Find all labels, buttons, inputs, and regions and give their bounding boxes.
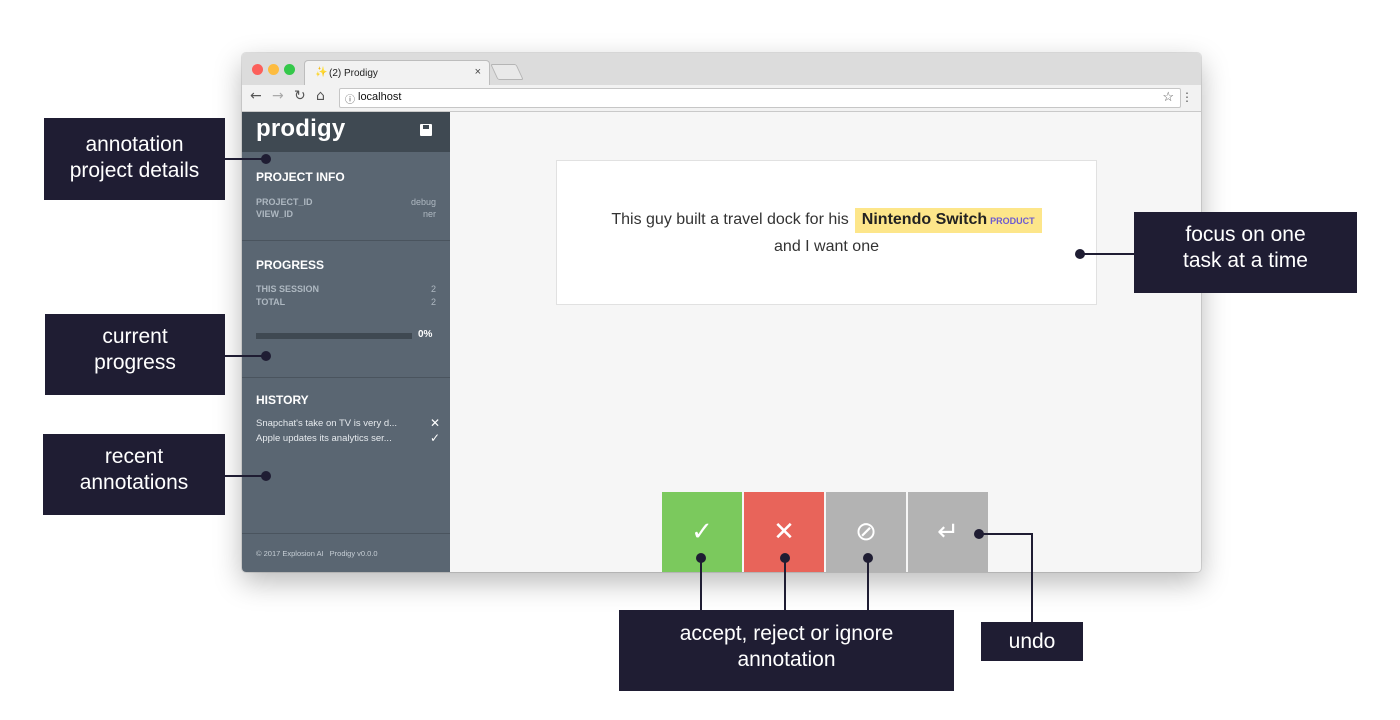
callout-line: task at a time	[1183, 249, 1308, 272]
connector-dot	[1075, 249, 1085, 259]
history-title: HISTORY	[256, 393, 309, 407]
project-id-row: PROJECT_ID debug	[256, 197, 436, 207]
browser-menu-icon[interactable]: ⋮	[1181, 90, 1193, 104]
history-item[interactable]: Apple updates its analytics ser... ✓	[256, 431, 440, 445]
project-id-value: debug	[410, 197, 436, 207]
callout-line: annotation	[737, 648, 836, 671]
task-text-line: This guy built a travel dock for his Nint…	[557, 208, 1096, 233]
browser-tab[interactable]: ✨ (2) Prodigy ×	[304, 60, 490, 86]
browser-chrome: ✨ (2) Prodigy × ← → ↻ ⌂ ⓘ localhost ☆ ⋮	[242, 53, 1201, 112]
copyright-text: © 2017 Explosion AI	[256, 549, 324, 558]
bookmark-star-icon[interactable]: ☆	[1162, 89, 1174, 105]
browser-window: ✨ (2) Prodigy × ← → ↻ ⌂ ⓘ localhost ☆ ⋮ …	[242, 53, 1201, 572]
sidebar-header: prodigy	[242, 112, 450, 152]
progress-title: PROGRESS	[256, 258, 325, 272]
callout-line: progress	[94, 351, 176, 374]
forward-icon[interactable]: →	[272, 88, 284, 104]
callout-line: accept, reject or ignore	[679, 622, 894, 645]
connector-dot	[261, 154, 271, 164]
task-text-after: and I want one	[774, 238, 879, 255]
connector-dot	[261, 471, 271, 481]
project-info-title: PROJECT INFO	[256, 170, 345, 184]
callout-accept-reject: accept, reject or ignore annotation	[619, 610, 954, 691]
history-item[interactable]: Snapchat's take on TV is very d... ✕	[256, 416, 440, 430]
callout-line: annotations	[79, 471, 189, 494]
connector-line	[1080, 253, 1134, 255]
maximize-window-button[interactable]	[284, 64, 295, 75]
connector-line	[1031, 533, 1033, 622]
url-text: localhost	[358, 91, 402, 103]
entity-label: PRODUCT	[990, 216, 1035, 226]
this-session-row: THIS SESSION 2	[256, 284, 436, 294]
callout-current-progress: current progress	[45, 314, 225, 395]
tab-strip: ✨ (2) Prodigy ×	[242, 53, 1201, 86]
callout-line: current	[102, 325, 168, 348]
callout-line: project details	[69, 159, 200, 182]
progress-percent: 0%	[418, 329, 433, 340]
view-id-key: VIEW_ID	[256, 209, 294, 219]
callout-recent-annotations: recent annotations	[43, 434, 225, 515]
total-row: TOTAL 2	[256, 297, 436, 307]
connector-dot	[261, 351, 271, 361]
callout-line: focus on one	[1185, 223, 1306, 246]
navigation-bar: ← → ↻ ⌂ ⓘ localhost ☆ ⋮	[242, 85, 1201, 111]
callout-line: recent	[104, 445, 164, 468]
address-bar[interactable]: ⓘ localhost ☆	[339, 88, 1181, 108]
task-text-before: This guy built a travel dock for his	[611, 211, 849, 228]
close-window-button[interactable]	[252, 64, 263, 75]
progress-bar	[256, 333, 412, 339]
callout-undo: undo	[981, 622, 1083, 661]
project-id-key: PROJECT_ID	[256, 197, 313, 207]
prodigy-logo: prodigy	[256, 115, 346, 142]
tab-close-icon[interactable]: ×	[475, 66, 481, 78]
cross-icon: ✕	[773, 517, 795, 547]
minimize-window-button[interactable]	[268, 64, 279, 75]
view-id-row: VIEW_ID ner	[256, 209, 436, 219]
entity-text: Nintendo Switch	[861, 211, 988, 228]
callout-line: undo	[1008, 630, 1056, 653]
history-item-text: Snapchat's take on TV is very d...	[256, 418, 398, 429]
view-id-value: ner	[422, 209, 436, 219]
reject-mark-icon: ✕	[429, 416, 440, 430]
total-key: TOTAL	[256, 297, 286, 307]
this-session-key: THIS SESSION	[256, 284, 320, 294]
callout-line: annotation	[85, 133, 184, 156]
new-tab-button[interactable]	[490, 64, 524, 80]
back-icon[interactable]: ←	[250, 88, 262, 104]
sidebar: prodigy PROJECT INFO PROJECT_ID debug VI…	[242, 112, 450, 572]
entity-highlight[interactable]: Nintendo Switch PRODUCT	[854, 208, 1042, 233]
reload-icon[interactable]: ↻	[294, 88, 306, 104]
accept-mark-icon: ✓	[429, 431, 440, 445]
connector-line	[784, 558, 786, 610]
history-item-text: Apple updates its analytics ser...	[256, 433, 392, 444]
sidebar-divider	[242, 240, 450, 241]
total-value: 2	[430, 297, 436, 307]
sparkle-icon: ✨	[315, 67, 328, 78]
callout-focus: focus on one task at a time	[1134, 212, 1357, 293]
callout-project-details: annotation project details	[44, 118, 225, 200]
this-session-value: 2	[430, 284, 436, 294]
sidebar-divider	[242, 533, 450, 534]
sidebar-divider	[242, 377, 450, 378]
save-icon[interactable]	[420, 124, 432, 136]
undo-icon: ↵	[937, 517, 959, 547]
sidebar-footer: © 2017 Explosion AI Prodigy v0.0.0	[256, 549, 378, 558]
task-card: This guy built a travel dock for his Nint…	[556, 160, 1097, 305]
info-icon[interactable]: ⓘ	[345, 91, 355, 106]
connector-line	[979, 533, 1033, 535]
tab-title: (2) Prodigy	[329, 68, 378, 79]
ignore-icon: ⊘	[855, 517, 877, 547]
connector-line	[225, 158, 266, 160]
connector-line	[867, 558, 869, 610]
connector-line	[225, 475, 266, 477]
connector-line	[225, 355, 266, 357]
check-icon: ✓	[691, 517, 713, 547]
connector-line	[700, 558, 702, 610]
home-icon[interactable]: ⌂	[316, 88, 325, 104]
version-text: Prodigy v0.0.0	[329, 549, 378, 558]
